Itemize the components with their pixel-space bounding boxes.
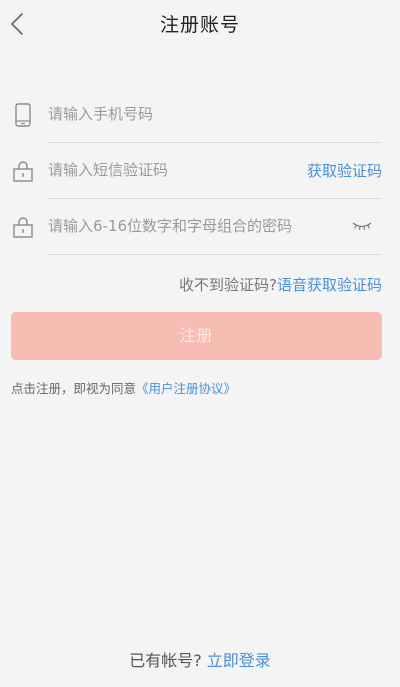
password-input[interactable] — [48, 214, 338, 238]
phone-field — [48, 86, 382, 143]
sms-code-field: 获取验证码 — [48, 142, 382, 199]
register-button[interactable]: 注册 — [11, 312, 382, 360]
voice-code-link[interactable]: 语音获取验证码 — [277, 276, 382, 294]
password-row — [12, 198, 382, 255]
sms-code-input[interactable] — [48, 158, 268, 182]
agreement-line: 点击注册，即视为同意《用户注册协议》 — [11, 378, 236, 397]
agreement-prefix: 点击注册，即视为同意 — [11, 381, 137, 396]
password-field — [48, 198, 382, 255]
phone-row — [12, 86, 382, 143]
header-bar: 注册账号 — [0, 0, 400, 48]
lock-icon — [13, 161, 33, 182]
sms-code-row: 获取验证码 — [12, 142, 382, 199]
login-prompt: 已有帐号? 立即登录 — [0, 647, 400, 671]
page-title: 注册账号 — [159, 14, 240, 36]
phone-input[interactable] — [48, 102, 288, 126]
login-prompt-text: 已有帐号? — [129, 651, 202, 670]
login-link[interactable]: 立即登录 — [207, 651, 271, 670]
eye-closed-icon[interactable] — [352, 220, 372, 232]
voice-code-prompt: 收不到验证码? — [179, 276, 277, 294]
agreement-link[interactable]: 《用户注册协议》 — [136, 381, 236, 396]
lock-icon — [13, 217, 33, 238]
phone-icon — [15, 103, 31, 127]
voice-code-line: 收不到验证码?语音获取验证码 — [179, 274, 382, 295]
get-code-button[interactable]: 获取验证码 — [307, 160, 382, 181]
